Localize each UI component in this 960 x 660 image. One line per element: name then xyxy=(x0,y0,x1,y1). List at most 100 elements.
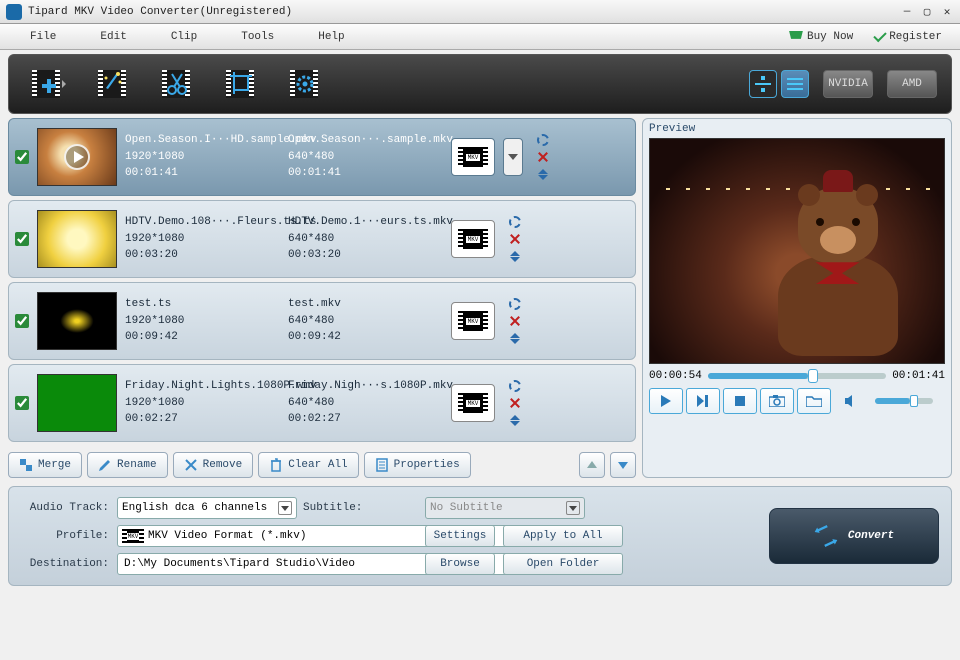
updown-icon xyxy=(510,251,520,262)
preview-current-time: 00:00:54 xyxy=(649,370,702,382)
menu-help[interactable]: Help xyxy=(296,27,366,47)
output-info: test.mkv640*48000:09:42 xyxy=(288,296,443,346)
item-reorder-button[interactable] xyxy=(507,331,523,345)
format-button[interactable]: MKV xyxy=(451,220,495,258)
file-thumbnail[interactable] xyxy=(37,374,117,432)
updown-icon xyxy=(538,169,548,180)
rename-button[interactable]: Rename xyxy=(87,452,168,478)
close-button[interactable]: ✕ xyxy=(940,5,954,19)
item-remove-button[interactable] xyxy=(507,314,523,328)
file-item[interactable]: Friday.Night.Lights.1080P.wmv1920*108000… xyxy=(8,364,636,442)
item-reorder-button[interactable] xyxy=(507,413,523,427)
crop-button[interactable] xyxy=(215,63,265,105)
source-info: Open.Season.I···HD.sample.mkv1920*108000… xyxy=(125,132,280,182)
settings-button[interactable]: Settings xyxy=(425,525,495,547)
apply-all-button[interactable]: Apply to All xyxy=(503,525,623,547)
snapshot-folder-button[interactable] xyxy=(797,388,831,414)
check-icon xyxy=(873,31,885,43)
file-item[interactable]: Open.Season.I···HD.sample.mkv1920*108000… xyxy=(8,118,636,196)
file-item[interactable]: HDTV.Demo.108···.Fleurs.ts.ts1920*108000… xyxy=(8,200,636,278)
x-icon xyxy=(510,234,520,244)
format-button[interactable]: MKV xyxy=(451,302,495,340)
output-info: Friday.Nigh···s.1080P.mkv640*48000:02:27 xyxy=(288,378,443,428)
move-down-button[interactable] xyxy=(610,452,636,478)
title-bar: Tipard MKV Video Converter(Unregistered)… xyxy=(0,0,960,24)
file-checkbox[interactable] xyxy=(15,232,29,246)
item-settings-button[interactable] xyxy=(507,297,523,311)
list-actions: MergeRenameRemoveClear AllProperties xyxy=(8,452,636,478)
gear-icon xyxy=(509,380,521,392)
item-reorder-button[interactable] xyxy=(507,249,523,263)
audio-track-select[interactable]: English dca 6 channels (0 xyxy=(117,497,297,519)
detail-view-button[interactable] xyxy=(781,70,809,98)
item-settings-button[interactable] xyxy=(507,379,523,393)
buy-now-button[interactable]: Buy Now xyxy=(779,31,863,43)
menu-file[interactable]: File xyxy=(8,27,78,47)
preferences-button[interactable] xyxy=(279,63,329,105)
buy-label: Buy Now xyxy=(807,31,853,43)
file-thumbnail[interactable] xyxy=(37,210,117,268)
amd-badge: AMD xyxy=(887,70,937,98)
source-info: Friday.Night.Lights.1080P.wmv1920*108000… xyxy=(125,378,280,428)
clear-all-button[interactable]: Clear All xyxy=(258,452,358,478)
menu-edit[interactable]: Edit xyxy=(78,27,148,47)
destination-label: Destination: xyxy=(21,558,109,570)
item-reorder-button[interactable] xyxy=(535,167,551,181)
merge-button[interactable]: Merge xyxy=(8,452,82,478)
effect-button[interactable] xyxy=(87,63,137,105)
menu-tools[interactable]: Tools xyxy=(219,27,296,47)
file-checkbox[interactable] xyxy=(15,396,29,410)
play-button[interactable] xyxy=(649,388,683,414)
step-button[interactable] xyxy=(686,388,720,414)
format-dropdown[interactable] xyxy=(503,138,523,176)
file-thumbnail[interactable] xyxy=(37,128,117,186)
trim-button[interactable] xyxy=(151,63,201,105)
item-remove-button[interactable] xyxy=(507,396,523,410)
convert-button[interactable]: Convert xyxy=(769,508,939,564)
maximize-button[interactable]: ▢ xyxy=(920,5,934,19)
minimize-button[interactable]: — xyxy=(900,5,914,19)
file-item[interactable]: test.ts1920*108000:09:42test.mkv640*4800… xyxy=(8,282,636,360)
stop-button[interactable] xyxy=(723,388,757,414)
item-settings-button[interactable] xyxy=(507,215,523,229)
file-checkbox[interactable] xyxy=(15,150,29,164)
gear-icon xyxy=(537,134,549,146)
window-title: Tipard MKV Video Converter(Unregistered) xyxy=(28,6,900,18)
gear-icon xyxy=(509,298,521,310)
updown-icon xyxy=(510,415,520,426)
bottom-panel: Audio Track: English dca 6 channels (0 S… xyxy=(8,486,952,586)
profile-label: Profile: xyxy=(21,530,109,542)
app-logo-icon xyxy=(6,4,22,20)
add-file-button[interactable] xyxy=(23,63,73,105)
menu-clip[interactable]: Clip xyxy=(149,27,219,47)
file-checkbox[interactable] xyxy=(15,314,29,328)
register-button[interactable]: Register xyxy=(863,31,952,43)
list-view-button[interactable] xyxy=(749,70,777,98)
remove-button[interactable]: Remove xyxy=(173,452,254,478)
x-icon xyxy=(510,316,520,326)
item-remove-button[interactable] xyxy=(507,232,523,246)
snapshot-button[interactable] xyxy=(760,388,794,414)
format-button[interactable]: MKV xyxy=(451,138,495,176)
preview-title: Preview xyxy=(649,123,945,135)
preview-screen[interactable] xyxy=(649,138,945,364)
register-label: Register xyxy=(889,31,942,43)
item-remove-button[interactable] xyxy=(535,150,551,164)
source-info: test.ts1920*108000:09:42 xyxy=(125,296,280,346)
cart-icon xyxy=(789,31,803,43)
volume-slider[interactable] xyxy=(875,398,933,404)
open-folder-button[interactable]: Open Folder xyxy=(503,553,623,575)
format-button[interactable]: MKV xyxy=(451,384,495,422)
properties-button[interactable]: Properties xyxy=(364,452,471,478)
toolbar: NVIDIA AMD xyxy=(8,54,952,114)
subtitle-label: Subtitle: xyxy=(303,502,362,514)
subtitle-select[interactable]: No Subtitle xyxy=(425,497,585,519)
move-up-button[interactable] xyxy=(579,452,605,478)
file-thumbnail[interactable] xyxy=(37,292,117,350)
play-overlay-icon xyxy=(64,144,90,170)
item-settings-button[interactable] xyxy=(535,133,551,147)
mute-button[interactable] xyxy=(834,388,868,414)
browse-button[interactable]: Browse xyxy=(425,553,495,575)
preview-seek-slider[interactable] xyxy=(708,373,886,379)
convert-label: Convert xyxy=(848,530,894,542)
